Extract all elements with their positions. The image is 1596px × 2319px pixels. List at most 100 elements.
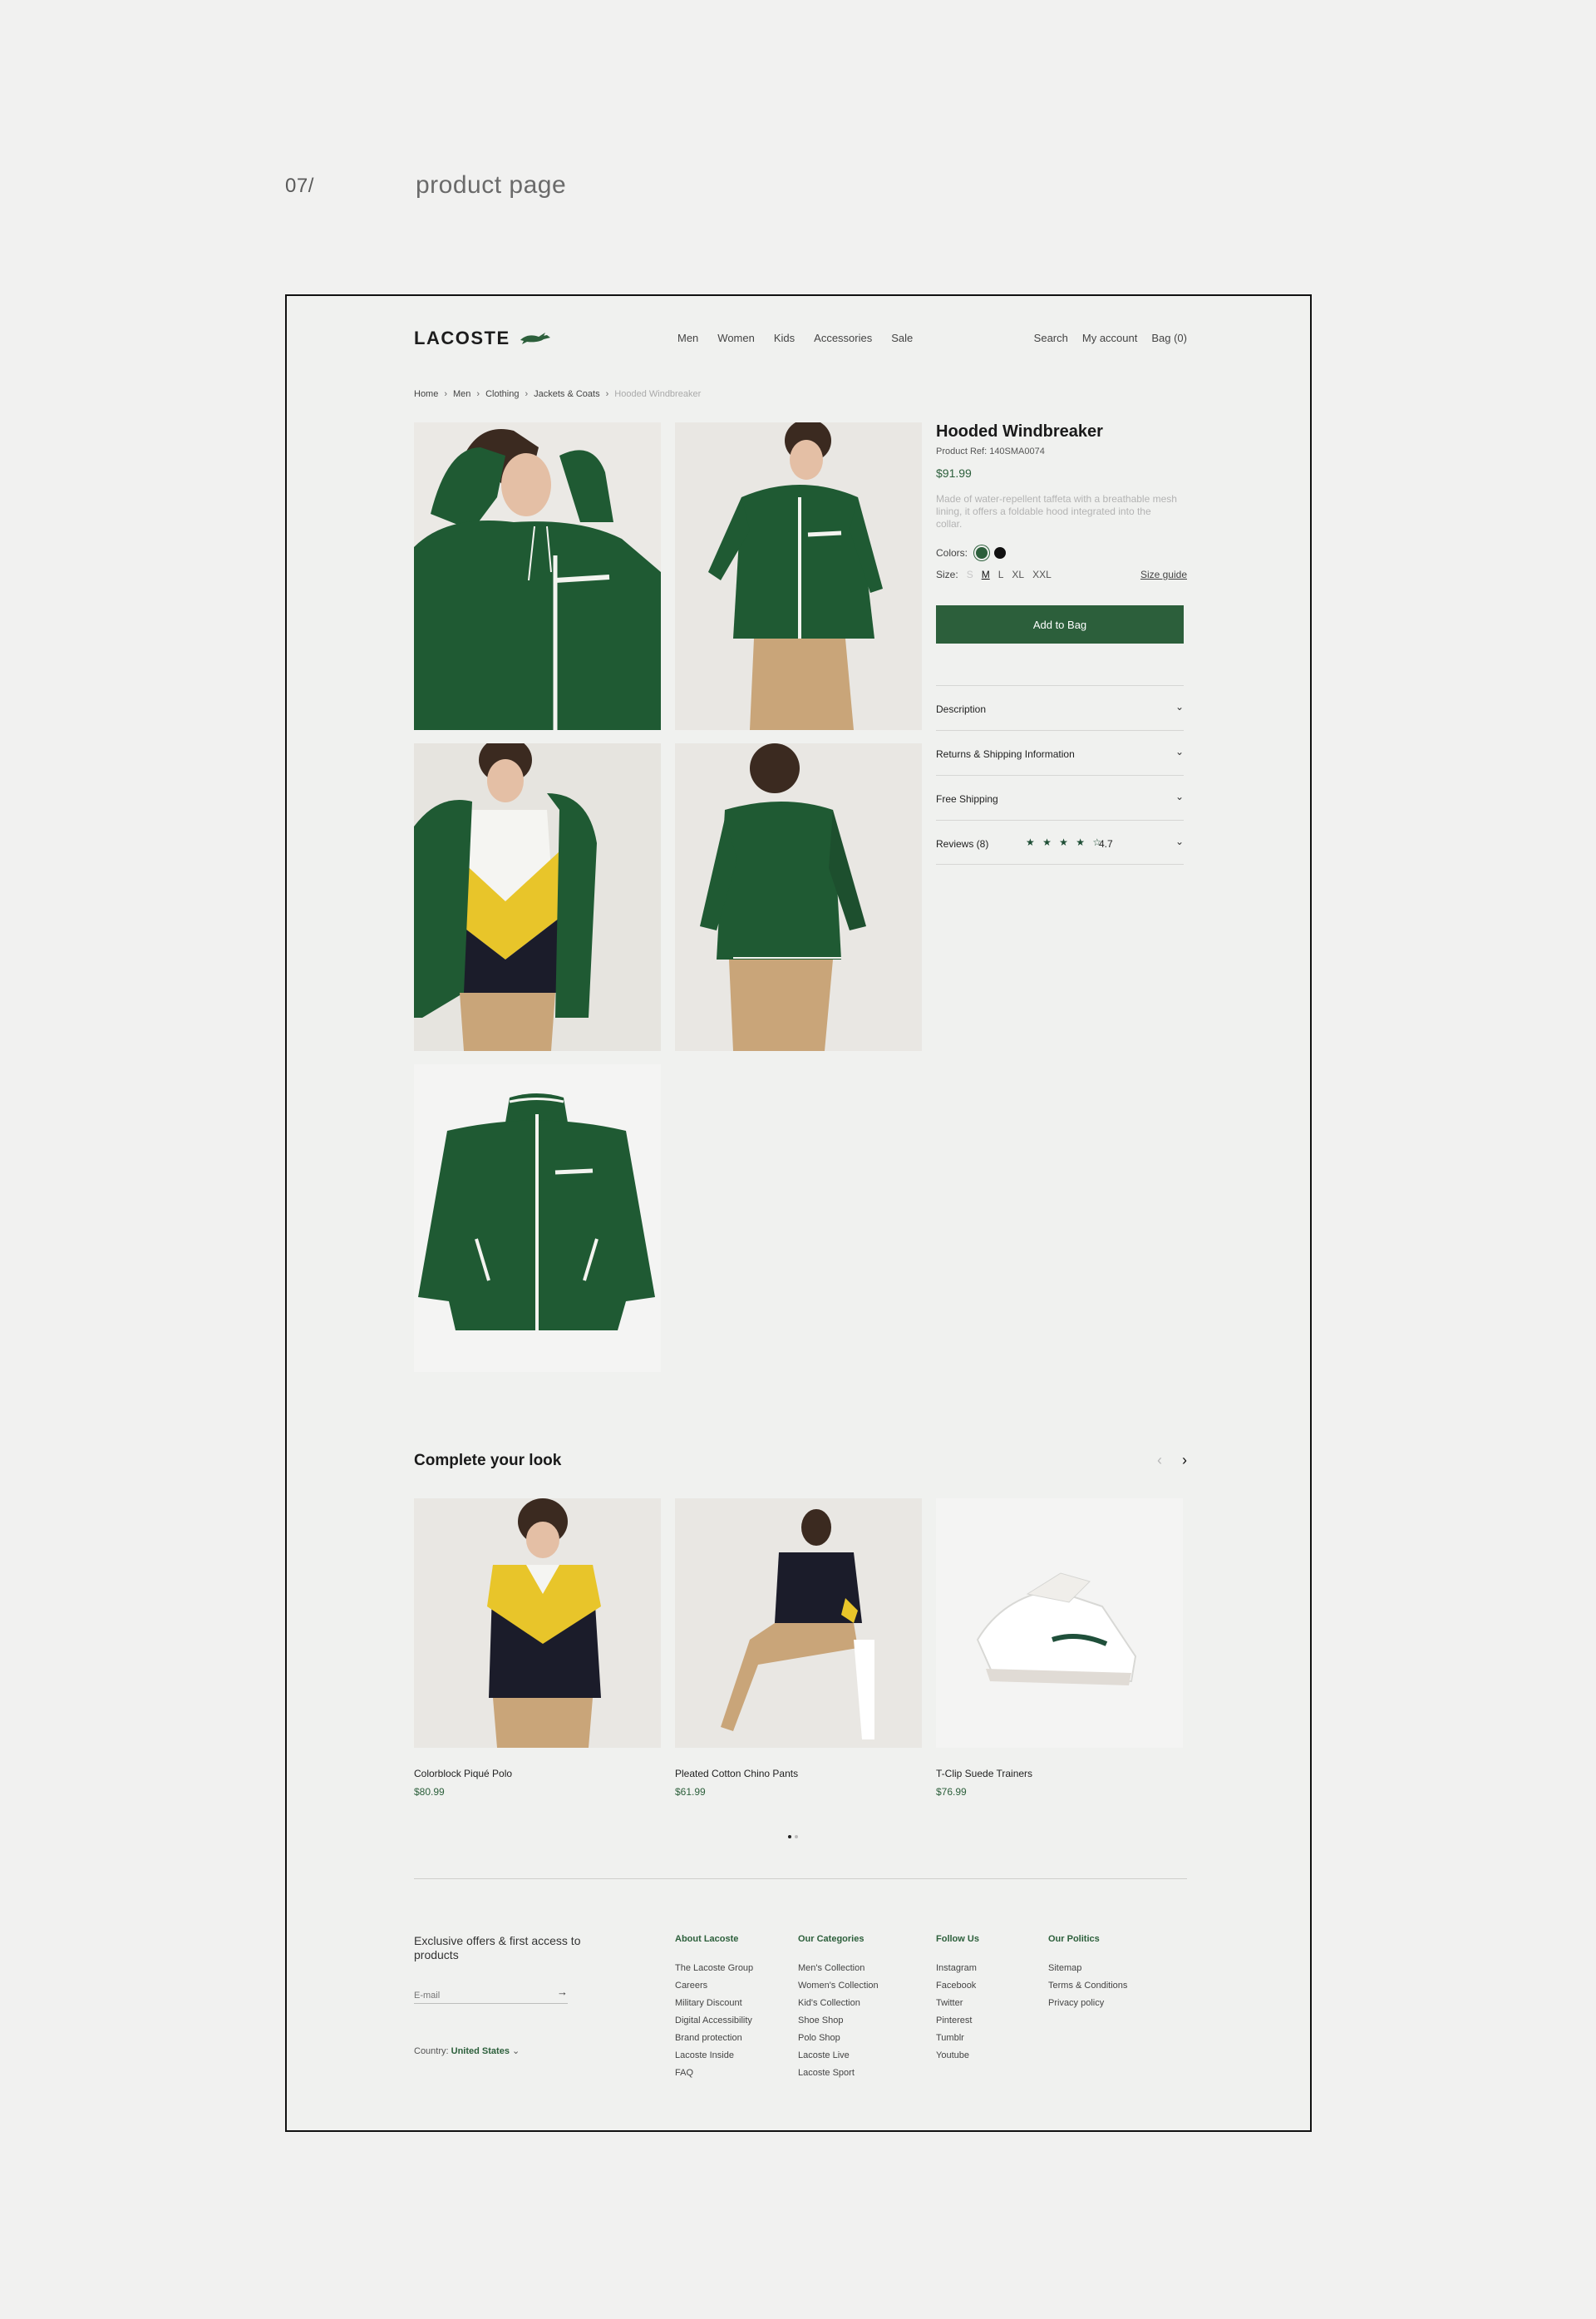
- color-swatch-black[interactable]: [994, 547, 1007, 559]
- recommendation-card[interactable]: Colorblock Piqué Polo $80.99: [414, 1498, 661, 1798]
- recommendation-price: $80.99: [414, 1786, 445, 1798]
- accordion-description[interactable]: Description ⌄: [936, 685, 1184, 730]
- chevron-left-icon[interactable]: ‹: [1157, 1452, 1162, 1469]
- footer-link[interactable]: The Lacoste Group: [675, 1964, 753, 1973]
- bag-link[interactable]: Bag (0): [1151, 332, 1187, 344]
- footer-link[interactable]: Polo Shop: [798, 2034, 879, 2043]
- product-description: Made of water-repellent taffeta with a b…: [936, 493, 1177, 530]
- footer-link[interactable]: Brand protection: [675, 2034, 753, 2043]
- size-selector: Size: S M L XL XXL Size guide: [936, 569, 1187, 580]
- chevron-right-icon[interactable]: ›: [1182, 1452, 1187, 1469]
- main-nav: Men Women Kids Accessories Sale: [677, 332, 913, 344]
- footer-link[interactable]: Sitemap: [1048, 1964, 1127, 1973]
- country-value[interactable]: United States: [451, 2046, 510, 2056]
- footer-column-title: About Lacoste: [675, 1934, 739, 1944]
- product-photo-2[interactable]: [675, 422, 922, 730]
- recommendation-name[interactable]: Colorblock Piqué Polo: [414, 1768, 661, 1779]
- page-content: LACOSTE Men Women Kids Accessories Sale …: [414, 296, 1187, 2130]
- footer-column-title: Follow Us: [936, 1934, 979, 1944]
- accordion-returns[interactable]: Returns & Shipping Information ⌄: [936, 730, 1184, 775]
- chevron-down-icon: ⌄: [1175, 836, 1184, 847]
- crocodile-logo-icon: [520, 333, 550, 344]
- footer-link[interactable]: Men's Collection: [798, 1964, 879, 1973]
- product-photo-4[interactable]: [675, 743, 922, 1051]
- recommendation-card[interactable]: T-Clip Suede Trainers $76.99: [936, 1498, 1183, 1798]
- nav-accessories[interactable]: Accessories: [814, 332, 872, 344]
- breadcrumb-clothing[interactable]: Clothing: [485, 389, 519, 399]
- recommendation-name[interactable]: Pleated Cotton Chino Pants: [675, 1768, 922, 1779]
- footer-link[interactable]: Instagram: [936, 1964, 979, 1973]
- footer-link[interactable]: Shoe Shop: [798, 2016, 879, 2025]
- recommendation-image[interactable]: [675, 1498, 922, 1748]
- accordion-label: Reviews (8): [936, 838, 989, 850]
- logo-text: LACOSTE: [414, 328, 510, 348]
- footer-link[interactable]: Careers: [675, 1981, 753, 1991]
- add-to-bag-button[interactable]: Add to Bag: [936, 605, 1184, 644]
- colors-label: Colors:: [936, 547, 968, 559]
- footer-link[interactable]: Lacoste Inside: [675, 2051, 753, 2060]
- accordion-label: Description: [936, 703, 987, 715]
- nav-kids[interactable]: Kids: [774, 332, 795, 344]
- footer-link[interactable]: Digital Accessibility: [675, 2016, 753, 2025]
- search-link[interactable]: Search: [1034, 332, 1068, 344]
- size-xxl[interactable]: XXL: [1032, 569, 1052, 580]
- product-photo-1[interactable]: [414, 422, 661, 730]
- chevron-down-icon: ⌄: [512, 2046, 520, 2056]
- arrow-right-icon[interactable]: →: [557, 1986, 568, 1998]
- email-field[interactable]: [414, 1991, 547, 2001]
- size-l[interactable]: L: [998, 569, 1004, 580]
- footer-column-politics: Our Politics Sitemap Terms & Conditions …: [1048, 1934, 1127, 2016]
- newsletter-form: →: [414, 1986, 568, 2004]
- product-photo-5[interactable]: [414, 1064, 661, 1372]
- footer-link[interactable]: Privacy policy: [1048, 1999, 1127, 2008]
- carousel-pagination: [788, 1835, 798, 1838]
- pagination-dot[interactable]: [795, 1835, 798, 1838]
- product-photo-3[interactable]: [414, 743, 661, 1051]
- footer-link[interactable]: Tumblr: [936, 2034, 979, 2043]
- nav-men[interactable]: Men: [677, 332, 698, 344]
- pagination-dot[interactable]: [788, 1835, 791, 1838]
- breadcrumb-separator-icon: ›: [525, 389, 529, 399]
- size-xl[interactable]: XL: [1012, 569, 1024, 580]
- color-swatch-green[interactable]: [976, 547, 988, 559]
- size-m[interactable]: M: [982, 569, 990, 580]
- chevron-down-icon: ⌄: [1175, 791, 1184, 802]
- accordion-reviews[interactable]: Reviews (8) ★ ★ ★ ★ ☆ 4.7 ⌄: [936, 820, 1184, 865]
- footer-column-categories: Our Categories Men's Collection Women's …: [798, 1934, 879, 2086]
- recommendation-image[interactable]: [936, 1498, 1183, 1748]
- recommendation-image[interactable]: [414, 1498, 661, 1748]
- footer-link[interactable]: Lacoste Live: [798, 2051, 879, 2060]
- footer-link[interactable]: Women's Collection: [798, 1981, 879, 1991]
- recommendation-name[interactable]: T-Clip Suede Trainers: [936, 1768, 1183, 1779]
- footer-link[interactable]: Military Discount: [675, 1999, 753, 2008]
- logo[interactable]: LACOSTE: [414, 328, 552, 349]
- breadcrumb-home[interactable]: Home: [414, 389, 438, 399]
- size-s[interactable]: S: [967, 569, 973, 580]
- chevron-down-icon: ⌄: [1175, 746, 1184, 757]
- recommendation-price: $76.99: [936, 1786, 967, 1798]
- recommendation-card[interactable]: Pleated Cotton Chino Pants $61.99: [675, 1498, 922, 1798]
- carousel-controls: ‹ ›: [1157, 1452, 1187, 1469]
- country-selector[interactable]: Country: United States ⌄: [414, 2045, 589, 2056]
- footer-link[interactable]: Facebook: [936, 1981, 979, 1991]
- footer-link[interactable]: Pinterest: [936, 2016, 979, 2025]
- footer-link[interactable]: Youtube: [936, 2051, 979, 2060]
- size-guide-link[interactable]: Size guide: [1140, 569, 1187, 580]
- footer-link[interactable]: FAQ: [675, 2069, 753, 2078]
- footer-link[interactable]: Lacoste Sport: [798, 2069, 879, 2078]
- footer-link[interactable]: Kid's Collection: [798, 1999, 879, 2008]
- breadcrumb-men[interactable]: Men: [453, 389, 470, 399]
- accordion-label: Returns & Shipping Information: [936, 748, 1075, 760]
- breadcrumb-jackets[interactable]: Jackets & Coats: [534, 389, 599, 399]
- nav-sale[interactable]: Sale: [891, 332, 913, 344]
- account-link[interactable]: My account: [1082, 332, 1137, 344]
- accordion-shipping[interactable]: Free Shipping ⌄: [936, 775, 1184, 820]
- case-number: 07/: [285, 175, 314, 197]
- footer-link[interactable]: Terms & Conditions: [1048, 1981, 1127, 1991]
- footer-column-title: Our Politics: [1048, 1934, 1100, 1944]
- product-price: $91.99: [936, 466, 972, 480]
- complete-look-title: Complete your look: [414, 1452, 562, 1469]
- nav-women[interactable]: Women: [717, 332, 755, 344]
- footer-column-follow: Follow Us Instagram Facebook Twitter Pin…: [936, 1934, 979, 2069]
- footer-link[interactable]: Twitter: [936, 1999, 979, 2008]
